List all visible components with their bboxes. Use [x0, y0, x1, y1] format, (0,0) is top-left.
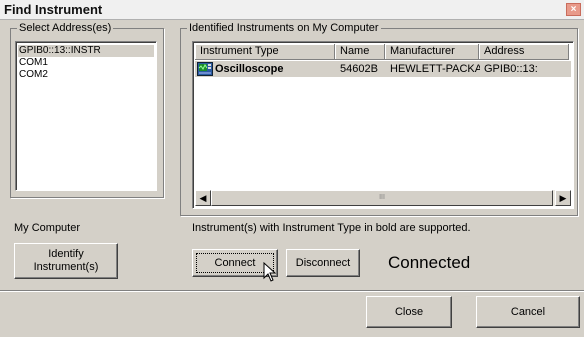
close-button[interactable]: Close — [366, 296, 452, 328]
instrument-address-cell: GPIB0::13: — [484, 63, 538, 75]
address-list[interactable]: GPIB0::13::INSTR COM1 COM2 — [15, 41, 157, 191]
table-row[interactable]: Oscilloscope 54602B HEWLETT-PACKA... GPI… — [195, 61, 571, 77]
column-header-type[interactable]: Instrument Type — [195, 44, 335, 60]
instrument-manufacturer-cell: HEWLETT-PACKA... — [390, 63, 480, 75]
column-header-manufacturer[interactable]: Manufacturer — [385, 44, 479, 60]
supported-note: Instrument(s) with Instrument Type in bo… — [192, 222, 471, 234]
find-instrument-dialog: Find Instrument × Select Address(es) GPI… — [0, 0, 584, 337]
scrollbar-thumb[interactable]: III — [211, 190, 553, 206]
instrument-list[interactable]: Instrument Type Name Manufacturer Addres… — [192, 41, 574, 209]
connection-status: Connected — [388, 253, 471, 272]
identify-instruments-button[interactable]: Identify Instrument(s) — [14, 243, 118, 279]
select-addresses-label: Select Address(es) — [17, 21, 114, 35]
identified-instruments-label: Identified Instruments on My Computer — [187, 21, 381, 35]
close-icon[interactable]: × — [566, 3, 581, 16]
horizontal-scrollbar[interactable]: ◀ III ▶ — [195, 190, 571, 206]
title-bar[interactable]: Find Instrument × — [0, 0, 584, 20]
cancel-button[interactable]: Cancel — [476, 296, 580, 328]
window-title: Find Instrument — [4, 2, 103, 17]
column-header-address[interactable]: Address — [479, 44, 569, 60]
address-item[interactable]: COM2 — [19, 69, 48, 81]
instrument-type-cell: Oscilloscope — [215, 63, 284, 75]
address-item[interactable]: GPIB0::13::INSTR — [18, 45, 154, 57]
disconnect-button[interactable]: Disconnect — [286, 249, 360, 277]
my-computer-label: My Computer — [14, 222, 81, 234]
column-header-name[interactable]: Name — [335, 44, 385, 60]
footer-separator — [0, 290, 584, 292]
oscilloscope-icon — [197, 62, 213, 76]
select-addresses-group: Select Address(es) GPIB0::13::INSTR COM1… — [10, 21, 164, 198]
instrument-name-cell: 54602B — [340, 63, 378, 75]
scroll-left-icon[interactable]: ◀ — [195, 190, 211, 206]
address-item[interactable]: COM1 — [19, 57, 48, 69]
mouse-cursor-icon — [263, 262, 277, 282]
identified-instruments-group: Identified Instruments on My Computer In… — [180, 21, 578, 216]
scroll-right-icon[interactable]: ▶ — [555, 190, 571, 206]
